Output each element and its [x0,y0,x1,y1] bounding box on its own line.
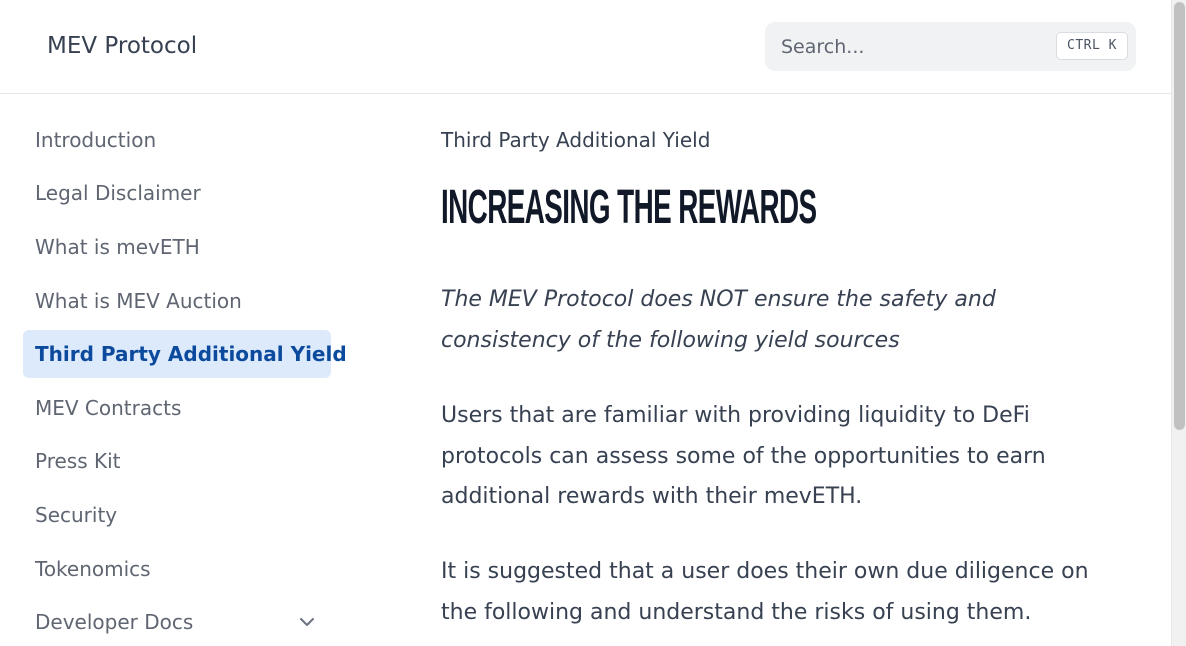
brand-logo-link[interactable]: MEV Protocol [47,30,197,62]
search-shortcut-badge: CTRL K [1056,32,1128,60]
chevron-down-icon[interactable] [297,612,317,632]
sidebar-item-label: What is mevETH [35,235,200,259]
disclaimer-text: The MEV Protocol does NOT ensure the saf… [441,287,996,353]
vertical-scrollbar[interactable] [1171,0,1186,646]
sidebar-nav: Introduction Legal Disclaimer What is me… [23,94,347,646]
sidebar-item-label: MEV Contracts [35,396,182,420]
sidebar-item-developer-docs[interactable]: Developer Docs [23,598,331,646]
body-paragraph: It is suggested that a user does their o… [441,559,1089,625]
sidebar-item-label: Legal Disclaimer [35,181,201,205]
sidebar-item-label: Third Party Additional Yield [35,342,347,366]
sidebar-item-label: Introduction [35,128,157,152]
top-header: MEV Protocol CTRL K [0,0,1171,94]
page-title: INCREASING THE REWARDS [441,181,817,234]
body-paragraph: Users that are familiar with providing l… [441,403,1046,509]
sidebar-item-mev-contracts[interactable]: MEV Contracts [23,384,331,432]
docs-page: MEV Protocol CTRL K Introduction Legal D… [0,0,1186,646]
sidebar-item-label: Security [35,503,118,527]
search-input[interactable] [781,34,1051,60]
sidebar-item-what-is-mev-auction[interactable]: What is MEV Auction [23,277,331,325]
breadcrumb: Third Party Additional Yield [441,128,711,152]
sidebar-item-label: Press Kit [35,449,121,473]
sidebar-item-label: What is MEV Auction [35,289,242,313]
sidebar-item-introduction[interactable]: Introduction [23,116,331,164]
sidebar-item-what-is-meveth[interactable]: What is mevETH [23,223,331,271]
main-content: Third Party Additional Yield INCREASING … [441,94,1141,646]
sidebar-item-label: Tokenomics [35,557,151,581]
sidebar-item-third-party-additional-yield[interactable]: Third Party Additional Yield [23,330,347,378]
sidebar-item-tokenomics[interactable]: Tokenomics [23,545,331,593]
sidebar-item-legal-disclaimer[interactable]: Legal Disclaimer [23,169,331,217]
sidebar-item-security[interactable]: Security [23,491,331,539]
sidebar-item-label: Developer Docs [35,610,194,634]
scrollbar-thumb[interactable] [1174,2,1185,430]
sidebar-item-press-kit[interactable]: Press Kit [23,437,331,485]
search-box[interactable]: CTRL K [765,22,1136,71]
